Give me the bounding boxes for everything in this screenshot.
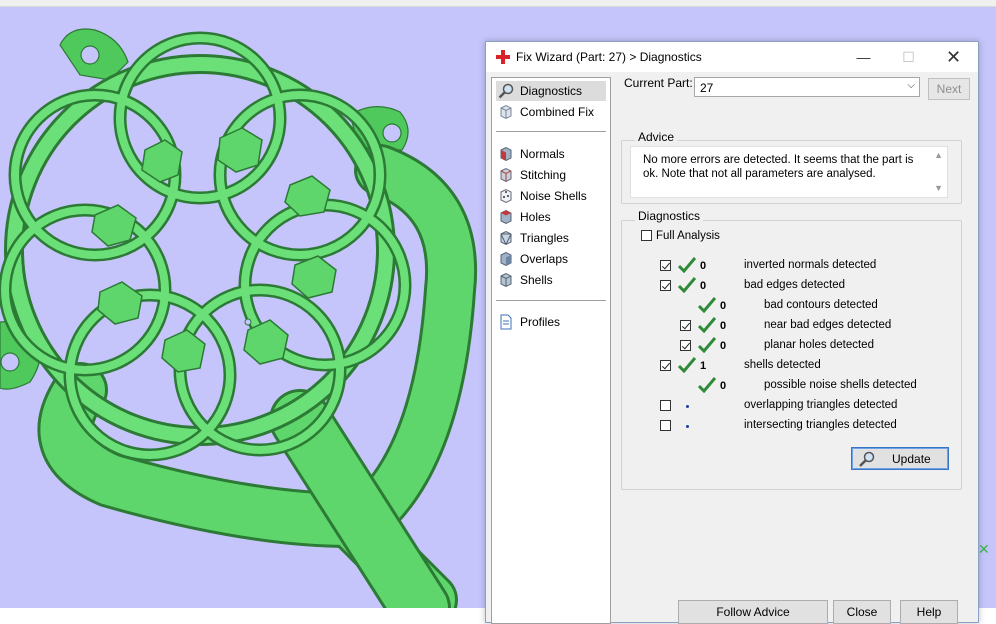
shells-cube-icon [500,272,512,288]
next-button[interactable]: Next [928,78,970,100]
check-tick-icon [678,257,696,273]
nav-item-noise-shells[interactable]: Noise Shells [496,186,606,206]
planar-holes-count: 0 [720,340,727,352]
nav-item-profiles[interactable]: Profiles [496,312,606,332]
intersecting-triangles-checkbox[interactable] [660,420,671,431]
bad-contours-label: bad contours detected [764,299,878,311]
full-analysis-label: Full Analysis [656,230,720,242]
planar-holes-checkbox[interactable] [680,340,691,351]
intersecting-triangles-label: intersecting triangles detected [744,419,897,431]
dialog-title: Fix Wizard (Part: 27) > Diagnostics [516,50,702,64]
nav-item-triangles[interactable]: Triangles [496,228,606,248]
help-button[interactable]: Help [900,600,958,624]
noise-shells-label: possible noise shells detected [764,379,917,391]
close-window-button[interactable]: ✕ [931,42,976,72]
planar-holes-label: planar holes detected [764,339,874,351]
bad-contours-count: 0 [720,300,727,312]
near-bad-edges-label: near bad edges detected [764,319,892,331]
check-tick-icon [698,317,716,333]
diagnostics-group-title: Diagnostics [635,209,704,223]
bad-edges-label: bad edges detected [744,279,846,291]
red-cross-icon [496,50,510,64]
current-part-value: 27 [700,81,714,95]
nav-item-combined-fix[interactable]: Combined Fix [496,102,606,122]
inverted-normals-checkbox[interactable] [660,260,671,271]
nav-separator [496,131,606,132]
shells-checkbox[interactable] [660,360,671,371]
shells-count: 1 [700,360,707,372]
full-analysis-checkbox[interactable] [641,230,652,241]
nav-item-shells[interactable]: Shells [496,270,606,290]
bad-edges-checkbox[interactable] [660,280,671,291]
document-icon [500,314,512,330]
update-button[interactable]: Update [851,447,949,470]
inverted-normals-label: inverted normals detected [744,259,877,271]
pending-dot-icon [686,425,689,428]
fix-wizard-nav: Diagnostics Combined Fix Normals Stitchi… [491,77,611,624]
follow-advice-button[interactable]: Follow Advice [678,600,828,624]
check-tick-icon [698,297,716,313]
check-tick-icon [678,277,696,293]
cube-icon [500,104,512,120]
nav-item-normals[interactable]: Normals [496,144,606,164]
noise-shells-count: 0 [720,380,727,392]
pending-dot-icon [686,405,689,408]
near-bad-edges-count: 0 [720,320,727,332]
overlapping-triangles-label: overlapping triangles detected [744,399,898,411]
check-tick-icon [698,377,716,393]
check-tick-icon [698,337,716,353]
magnifier-icon [498,83,514,99]
scroll-up-icon[interactable]: ▲ [934,150,943,160]
dialog-titlebar: Fix Wizard (Part: 27) > Diagnostics — ☐ … [486,42,978,72]
nav-item-diagnostics[interactable]: Diagnostics [496,81,606,101]
nav-item-stitching[interactable]: Stitching [496,165,606,185]
maximize-button[interactable]: ☐ [886,42,931,72]
nav-separator [496,300,606,301]
inverted-normals-count: 0 [700,260,707,272]
near-bad-edges-checkbox[interactable] [680,320,691,331]
overlaps-cube-icon [500,251,512,267]
advice-textbox[interactable]: No more errors are detected. It seems th… [630,146,948,198]
triangles-cube-icon [500,230,512,246]
nav-item-overlaps[interactable]: Overlaps [496,249,606,269]
check-tick-icon [678,357,696,373]
current-part-label: Current Part: [624,76,693,90]
dice-icon [500,188,512,204]
fix-wizard-dialog: Fix Wizard (Part: 27) > Diagnostics — ☐ … [485,41,979,624]
stitching-cube-icon [500,167,512,183]
bad-edges-count: 0 [700,280,707,292]
holes-cube-icon [500,209,512,225]
advice-group-title: Advice [635,130,678,144]
shells-label: shells detected [744,359,821,371]
nav-item-holes[interactable]: Holes [496,207,606,227]
chevron-down-icon: ⌵ [907,80,915,91]
close-button[interactable]: Close [833,600,891,624]
scroll-down-icon[interactable]: ▼ [934,183,943,193]
advice-text: No more errors are detected. It seems th… [643,154,914,180]
minimize-button[interactable]: — [841,42,886,72]
magnifier-icon [859,451,875,467]
normals-cube-icon [500,146,512,162]
overlapping-triangles-checkbox[interactable] [660,400,671,411]
current-part-select[interactable]: 27 ⌵ [694,77,920,97]
axis-indicator-icon: ✕ [978,541,990,557]
